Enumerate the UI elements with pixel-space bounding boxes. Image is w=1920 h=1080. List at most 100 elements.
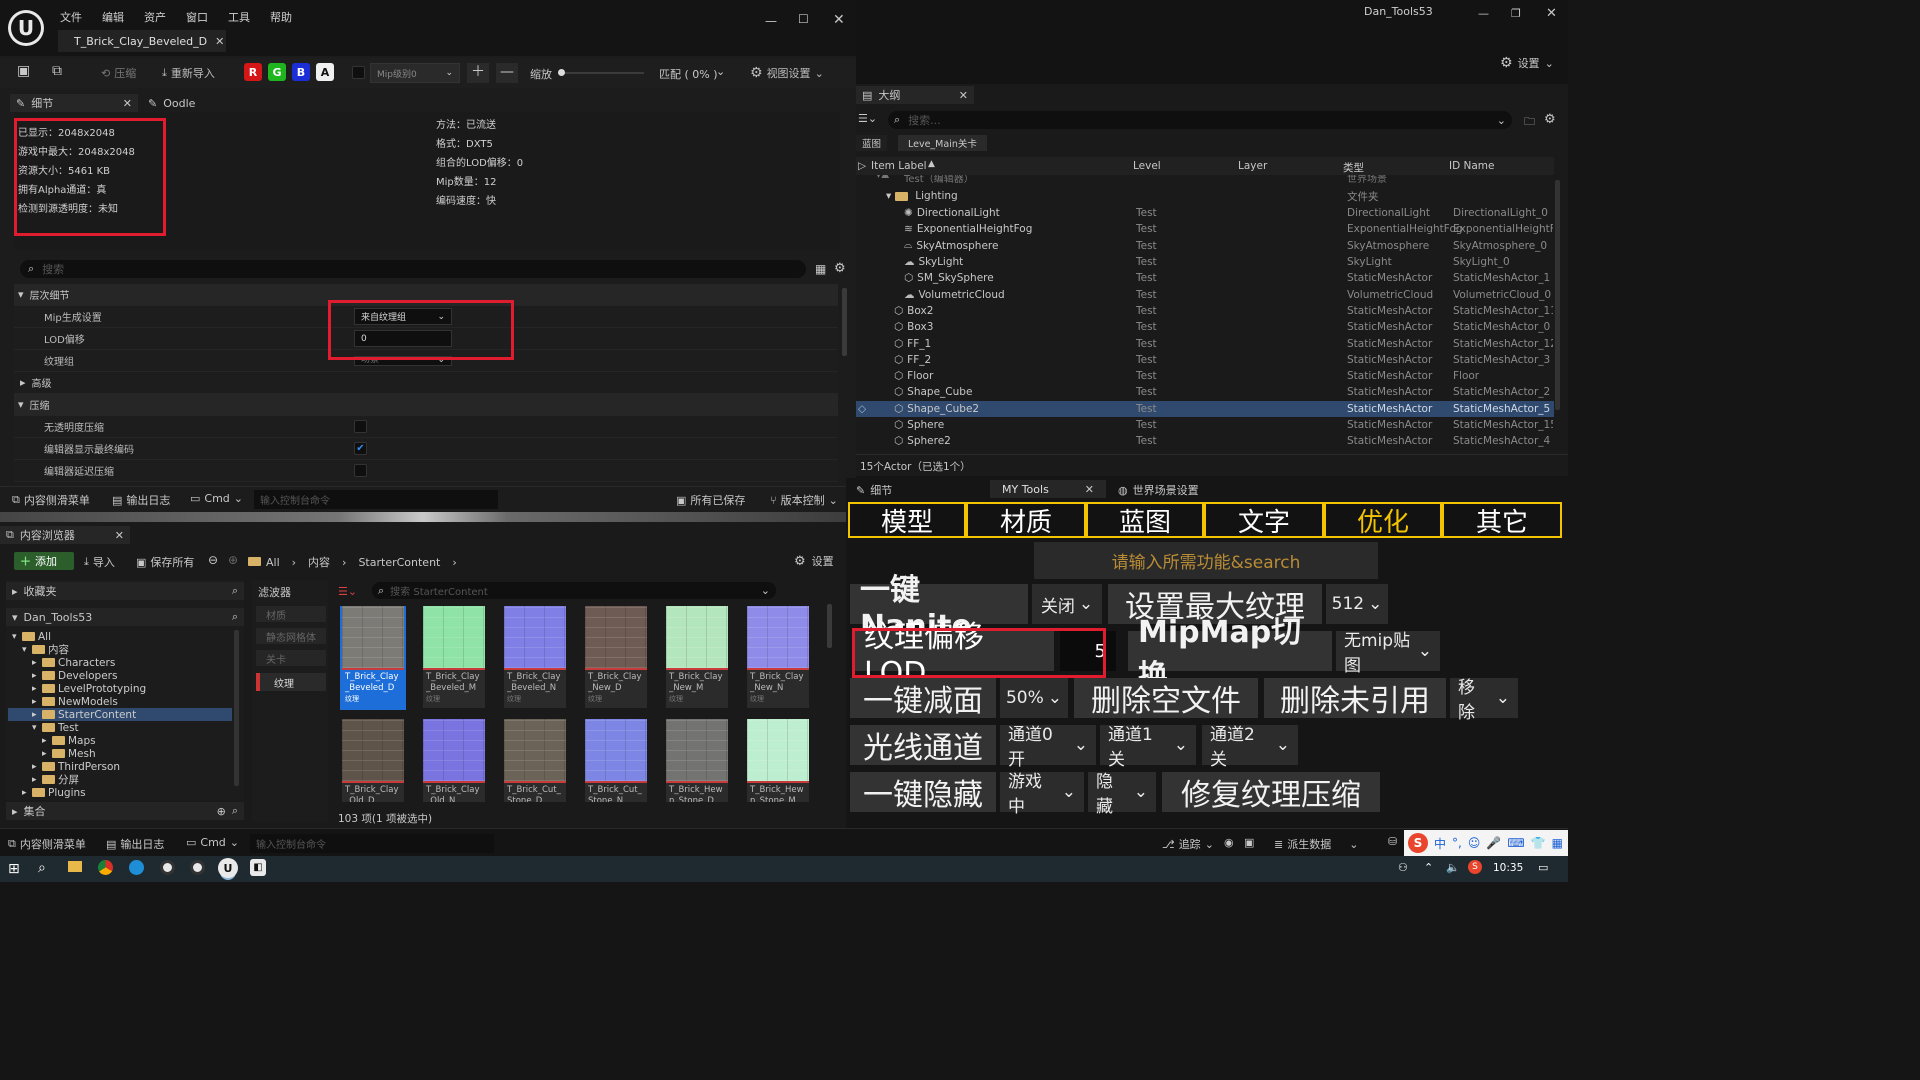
search-icon[interactable]: ⌕: [38, 860, 46, 876]
max-texture-dropdown[interactable]: 512 ⌄: [1326, 584, 1388, 624]
filter-chip-blueprint[interactable]: 蓝图: [856, 135, 888, 151]
hide-state-dropdown[interactable]: 隐藏 ⌄: [1088, 772, 1156, 817]
category-other[interactable]: 其它: [1442, 502, 1562, 538]
no-alpha-checkbox[interactable]: [354, 420, 367, 433]
view-settings-button[interactable]: ⚙ 视图设置 ⌄: [744, 61, 830, 85]
footer-console-input[interactable]: 输入控制台命令: [250, 834, 494, 853]
source-control-icon[interactable]: ⛁: [1388, 835, 1397, 848]
delete-empty-files-button[interactable]: 删除空文件: [1074, 678, 1258, 719]
sogou-tray-icon[interactable]: S: [1468, 860, 1482, 874]
folder-tree-item[interactable]: ▸ Mesh: [8, 747, 232, 760]
folder-tree-item[interactable]: ▾ All: [8, 630, 232, 643]
blue-channel-toggle[interactable]: B: [292, 63, 310, 81]
maximize-icon[interactable]: ☐: [798, 12, 809, 26]
asset-tab[interactable]: T_Brick_Clay_Beveled_D ✕: [58, 30, 226, 52]
footer-content-drawer[interactable]: ⧉ 内容侧滑菜单: [8, 836, 86, 852]
col-item-label[interactable]: Item Label: [871, 160, 927, 172]
output-log-button[interactable]: ▤ 输出日志: [112, 492, 170, 508]
outliner-search[interactable]: ⌕ 搜索... ⌄: [888, 111, 1512, 129]
channel-0-dropdown[interactable]: 通道0 开 ⌄: [1000, 725, 1096, 770]
derived-data-button[interactable]: ≣ 派生数据 ⌄: [1274, 836, 1358, 852]
folder-tree-item[interactable]: ▸ Maps: [8, 734, 232, 747]
folder-tree-item[interactable]: ▾ 内容: [8, 643, 232, 656]
tree-scrollbar[interactable]: [234, 630, 239, 786]
notification-icon[interactable]: ▭: [1538, 861, 1548, 874]
asset-tile[interactable]: T_Brick_Clay_Beveled_N 纹理: [504, 606, 566, 708]
content-drawer-button[interactable]: ⧉ 内容侧滑菜单: [12, 492, 90, 508]
asset-search[interactable]: ⌕ 搜索 StarterContent ⌄: [372, 582, 776, 599]
browse-icon[interactable]: ⧉: [52, 63, 62, 79]
folder-row-lighting[interactable]: ▾ Lighting 文件夹: [856, 188, 1554, 204]
menu-file[interactable]: 文件: [60, 9, 82, 25]
folder-tree-item[interactable]: ▸ StarterContent: [8, 708, 232, 721]
outliner-row[interactable]: ☁ VolumetricCloud Test VolumetricCloud Volum…: [856, 287, 1554, 303]
breadcrumb-content[interactable]: 内容: [308, 554, 330, 570]
outliner-row[interactable]: ⌓ SkyAtmosphere Test SkyAtmosphere SkyAtmosp…: [856, 238, 1554, 254]
details-search[interactable]: ⌕ 搜索: [20, 260, 806, 278]
tab-content-browser[interactable]: ⧉ 内容浏览器 ✕: [0, 526, 130, 544]
outliner-row[interactable]: ⬡ FF_2 Test StaticMeshActor StaticMeshActor_…: [856, 352, 1554, 368]
outliner-scrollbar[interactable]: [1555, 180, 1560, 410]
filter-material[interactable]: 材质: [256, 606, 326, 622]
folder-tree-item[interactable]: ▸ Developers: [8, 669, 232, 682]
edge-icon[interactable]: [129, 860, 144, 875]
footer-cmd[interactable]: ▭ Cmd ⌄: [186, 836, 239, 849]
zoom-slider[interactable]: [558, 69, 644, 76]
volume-icon[interactable]: 🔈: [1446, 861, 1460, 874]
folder-tree-item[interactable]: ▸ Plugins: [8, 786, 232, 799]
app-icon[interactable]: [190, 860, 205, 875]
category-text[interactable]: 文字: [1204, 502, 1324, 538]
unreal-logo-icon[interactable]: U: [8, 10, 44, 46]
collections-header[interactable]: ▸ 集合 ⊕ ⌕: [6, 802, 244, 820]
asset-scrollbar[interactable]: [827, 604, 832, 648]
fit-label[interactable]: 匹配 ( 0% ): [659, 66, 718, 82]
menu-tools[interactable]: 工具: [228, 9, 250, 25]
footer-output-log[interactable]: ▤ 输出日志: [106, 836, 164, 852]
person-icon[interactable]: ⚇: [1398, 861, 1408, 874]
green-channel-toggle[interactable]: G: [268, 63, 286, 81]
light-channel-button[interactable]: 光线通道: [850, 725, 996, 766]
console-input[interactable]: 输入控制台命令: [254, 490, 498, 509]
minimize-icon[interactable]: —: [1478, 7, 1489, 20]
remove-dropdown[interactable]: 移除 ⌄: [1450, 678, 1518, 723]
eye-icon[interactable]: ◇: [858, 403, 866, 415]
clock[interactable]: 10:35: [1493, 862, 1523, 874]
favorites-header[interactable]: ▸ 收藏夹 ⌕: [6, 582, 244, 600]
editor-final-checkbox[interactable]: ✔: [354, 442, 367, 455]
project-header[interactable]: ▾ Dan_Tools53 ⌕: [6, 608, 244, 626]
outliner-row[interactable]: ≋ ExponentialHeightFog Test ExponentialHeig…: [856, 221, 1554, 237]
outliner-row[interactable]: ⬡ Box2 Test StaticMeshActor StaticMeshActor_…: [856, 303, 1554, 319]
filter-level[interactable]: 关卡: [256, 650, 326, 666]
chrome-icon[interactable]: [98, 860, 113, 875]
asset-tile[interactable]: T_Brick_Clay_Beveled_M 纹理: [423, 606, 485, 708]
close-icon[interactable]: ✕: [1085, 483, 1094, 496]
editor-defer-checkbox[interactable]: [354, 464, 367, 477]
mip-checkbox[interactable]: [352, 66, 365, 79]
ime-toolbar[interactable]: S 中 °, ☺ 🎤 ⌨ 👕 ▦: [1404, 830, 1568, 856]
close-icon[interactable]: ✕: [115, 529, 124, 542]
tab-outliner[interactable]: ▤ 大纲 ✕: [856, 86, 974, 104]
outliner-row[interactable]: ⬡ Floor Test StaticMeshActor Floor: [856, 368, 1554, 384]
tab-oodle[interactable]: ✎ Oodle: [148, 94, 195, 112]
search-icon[interactable]: ⌕: [232, 804, 238, 818]
asset-tile[interactable]: T_Brick_Hewn_Stone_D纹理: [666, 719, 728, 802]
outliner-row[interactable]: ⬡ Sphere2 Test StaticMeshActor StaticMeshAct…: [856, 433, 1554, 449]
filter-static-mesh[interactable]: 静态网格体: [256, 628, 326, 644]
outliner-row[interactable]: ⬡ FF_1 Test StaticMeshActor StaticMeshActor_…: [856, 335, 1554, 351]
filter-icon[interactable]: ☰⌄: [858, 112, 877, 125]
outliner-row[interactable]: ⬡ Sphere Test StaticMeshActor StaticMeshActo…: [856, 417, 1554, 433]
outliner-row[interactable]: ✺ DirectionalLight Test DirectionalLight Dir…: [856, 205, 1554, 221]
save-icon[interactable]: ▣: [17, 63, 30, 79]
outliner-row[interactable]: ⬡ SM_SkySphere Test StaticMeshActor StaticMe…: [856, 270, 1554, 286]
filter-chip-level[interactable]: Leve_Main关卡: [898, 135, 987, 151]
folder-tree-item[interactable]: ▸ NewModels: [8, 695, 232, 708]
outliner-row[interactable]: ◇ ⬡ Shape_Cube2 Test StaticMeshActor StaticMe…: [856, 400, 1554, 417]
outliner-row[interactable]: ⬡ Shape_Cube Test StaticMeshActor StaticMesh…: [856, 384, 1554, 400]
search-icon[interactable]: ⌕: [232, 610, 238, 624]
folder-tree-item[interactable]: ▸ ThirdPerson: [8, 760, 232, 773]
red-channel-toggle[interactable]: R: [244, 63, 262, 81]
filter-texture[interactable]: 纹理: [256, 673, 326, 691]
compress-button[interactable]: ⟲ 压缩: [95, 61, 142, 85]
close-icon[interactable]: ✕: [123, 97, 132, 110]
chevron-up-icon[interactable]: ⌃: [1424, 861, 1433, 874]
